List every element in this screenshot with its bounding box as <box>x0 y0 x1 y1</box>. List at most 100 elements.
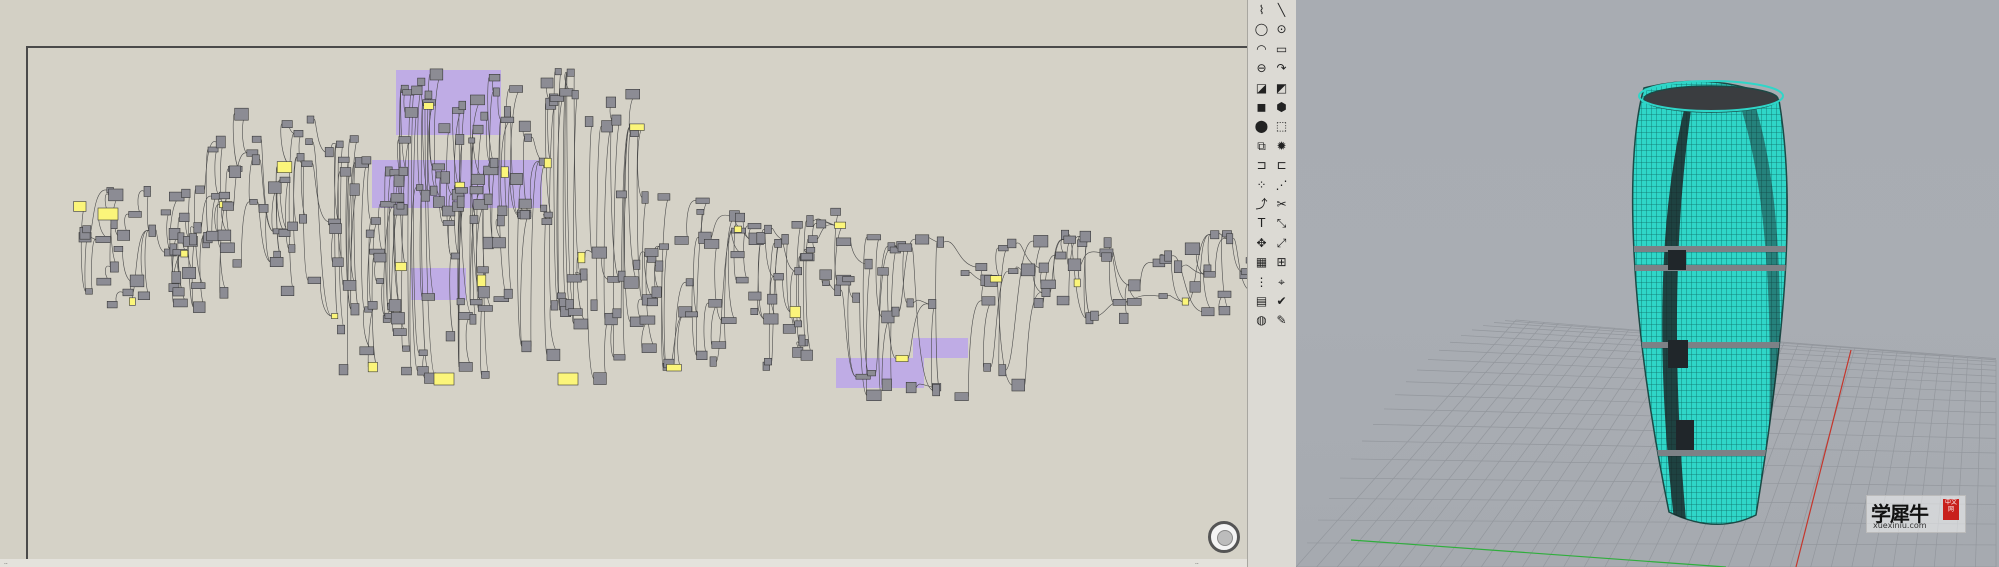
gh-component[interactable] <box>936 236 945 248</box>
gh-component[interactable] <box>469 299 483 306</box>
gh-component[interactable] <box>1112 299 1127 306</box>
gh-component[interactable] <box>143 186 151 197</box>
gh-component[interactable] <box>218 191 230 200</box>
gh-component[interactable] <box>540 77 554 89</box>
gh-component[interactable] <box>730 251 745 259</box>
gh-component[interactable] <box>445 331 456 342</box>
gh-component[interactable] <box>1007 238 1017 249</box>
gh-component[interactable] <box>480 111 488 121</box>
gh-component[interactable] <box>458 362 473 372</box>
gh-component[interactable] <box>171 271 182 284</box>
gh-component[interactable] <box>1079 230 1091 243</box>
gh-component[interactable] <box>477 266 489 274</box>
gh-panel-component[interactable] <box>433 372 455 386</box>
gh-component[interactable] <box>287 221 298 231</box>
move-icon[interactable]: ✥ <box>1253 236 1270 251</box>
gh-component[interactable] <box>172 287 185 297</box>
render-icon[interactable]: ◍ <box>1253 313 1270 328</box>
gh-component[interactable] <box>1101 252 1112 262</box>
gh-component[interactable] <box>393 174 405 187</box>
gh-component[interactable] <box>510 173 523 186</box>
gh-component[interactable] <box>418 349 428 356</box>
gh-component[interactable] <box>1181 297 1189 306</box>
gh-component[interactable] <box>659 243 670 250</box>
gh-component[interactable] <box>477 305 493 312</box>
gh-component[interactable] <box>420 189 430 202</box>
gh-component[interactable] <box>696 350 708 361</box>
sphere-icon[interactable]: ⬢ <box>1273 100 1290 115</box>
gh-component[interactable] <box>764 224 772 234</box>
cylinder-icon[interactable]: ⬤ <box>1253 119 1270 134</box>
gh-component[interactable] <box>491 237 506 249</box>
gh-component[interactable] <box>651 286 662 298</box>
gh-component[interactable] <box>373 252 387 263</box>
gh-component[interactable] <box>148 224 156 237</box>
gh-component[interactable] <box>881 378 892 391</box>
gh-component[interactable] <box>338 364 349 376</box>
gh-component[interactable] <box>641 191 649 204</box>
gh-component[interactable] <box>251 154 260 166</box>
gh-component[interactable] <box>666 363 682 372</box>
gh-component[interactable] <box>222 201 234 211</box>
gh-component[interactable] <box>1067 258 1082 271</box>
gh-component[interactable] <box>1189 281 1201 293</box>
extrude-icon[interactable]: ⬚ <box>1273 119 1290 134</box>
gh-component[interactable] <box>1119 312 1129 324</box>
gh-component[interactable] <box>497 205 508 216</box>
gh-component[interactable] <box>577 252 586 264</box>
gh-component[interactable] <box>432 163 445 171</box>
gh-component[interactable] <box>288 244 296 253</box>
gh-component[interactable] <box>180 250 189 258</box>
gh-component[interactable] <box>402 345 410 352</box>
grid-icon[interactable]: ⋮ <box>1253 275 1270 290</box>
gh-component[interactable] <box>989 275 1002 283</box>
curve-icon[interactable]: ⊖ <box>1253 61 1270 76</box>
gh-component[interactable] <box>954 392 969 401</box>
gh-component[interactable] <box>106 301 118 309</box>
text-icon[interactable]: T <box>1253 216 1270 231</box>
gh-component[interactable] <box>905 381 917 394</box>
gh-component[interactable] <box>1127 298 1142 306</box>
gh-component[interactable] <box>735 276 749 284</box>
gh-component[interactable] <box>540 204 548 212</box>
gh-component[interactable] <box>423 102 434 110</box>
gh-component[interactable] <box>822 280 830 287</box>
gh-component[interactable] <box>1041 288 1051 297</box>
gh-component[interactable] <box>1128 279 1141 292</box>
gh-component[interactable] <box>193 222 202 234</box>
scale-icon[interactable]: ⤢ <box>1273 236 1290 251</box>
dimension-icon[interactable]: ⤡ <box>1273 216 1290 231</box>
gh-component[interactable] <box>337 324 345 335</box>
gh-component[interactable] <box>767 293 778 305</box>
gh-component[interactable] <box>655 260 664 272</box>
gh-component[interactable] <box>279 176 291 184</box>
gh-component[interactable] <box>117 229 130 241</box>
gh-component[interactable] <box>521 340 532 353</box>
gh-component[interactable] <box>336 140 344 148</box>
snap-icon[interactable]: ⌖ <box>1273 275 1290 290</box>
gh-component[interactable] <box>95 236 111 243</box>
gh-component[interactable] <box>975 263 988 271</box>
gh-component[interactable] <box>219 287 229 299</box>
gh-component[interactable] <box>524 133 532 142</box>
gh-component[interactable] <box>500 116 515 123</box>
gh-component[interactable] <box>438 123 451 134</box>
gh-component[interactable] <box>633 259 641 270</box>
gh-component[interactable] <box>684 311 698 318</box>
gh-component[interactable] <box>747 223 762 230</box>
gh-component[interactable] <box>404 107 418 118</box>
gh-component[interactable] <box>367 301 378 310</box>
gh-component[interactable] <box>601 120 613 133</box>
gh-component[interactable] <box>983 363 991 372</box>
gh-component[interactable] <box>430 185 438 196</box>
gh-component[interactable] <box>110 261 119 273</box>
gh-component[interactable] <box>998 364 1007 377</box>
gh-component[interactable] <box>365 229 375 238</box>
gh-component[interactable] <box>593 372 607 385</box>
gh-panel-component[interactable] <box>557 372 579 386</box>
gh-component[interactable] <box>476 274 487 288</box>
gh-component[interactable] <box>469 314 477 325</box>
gh-component[interactable] <box>1020 263 1035 277</box>
gh-component[interactable] <box>695 197 710 204</box>
gh-component[interactable] <box>591 246 607 259</box>
